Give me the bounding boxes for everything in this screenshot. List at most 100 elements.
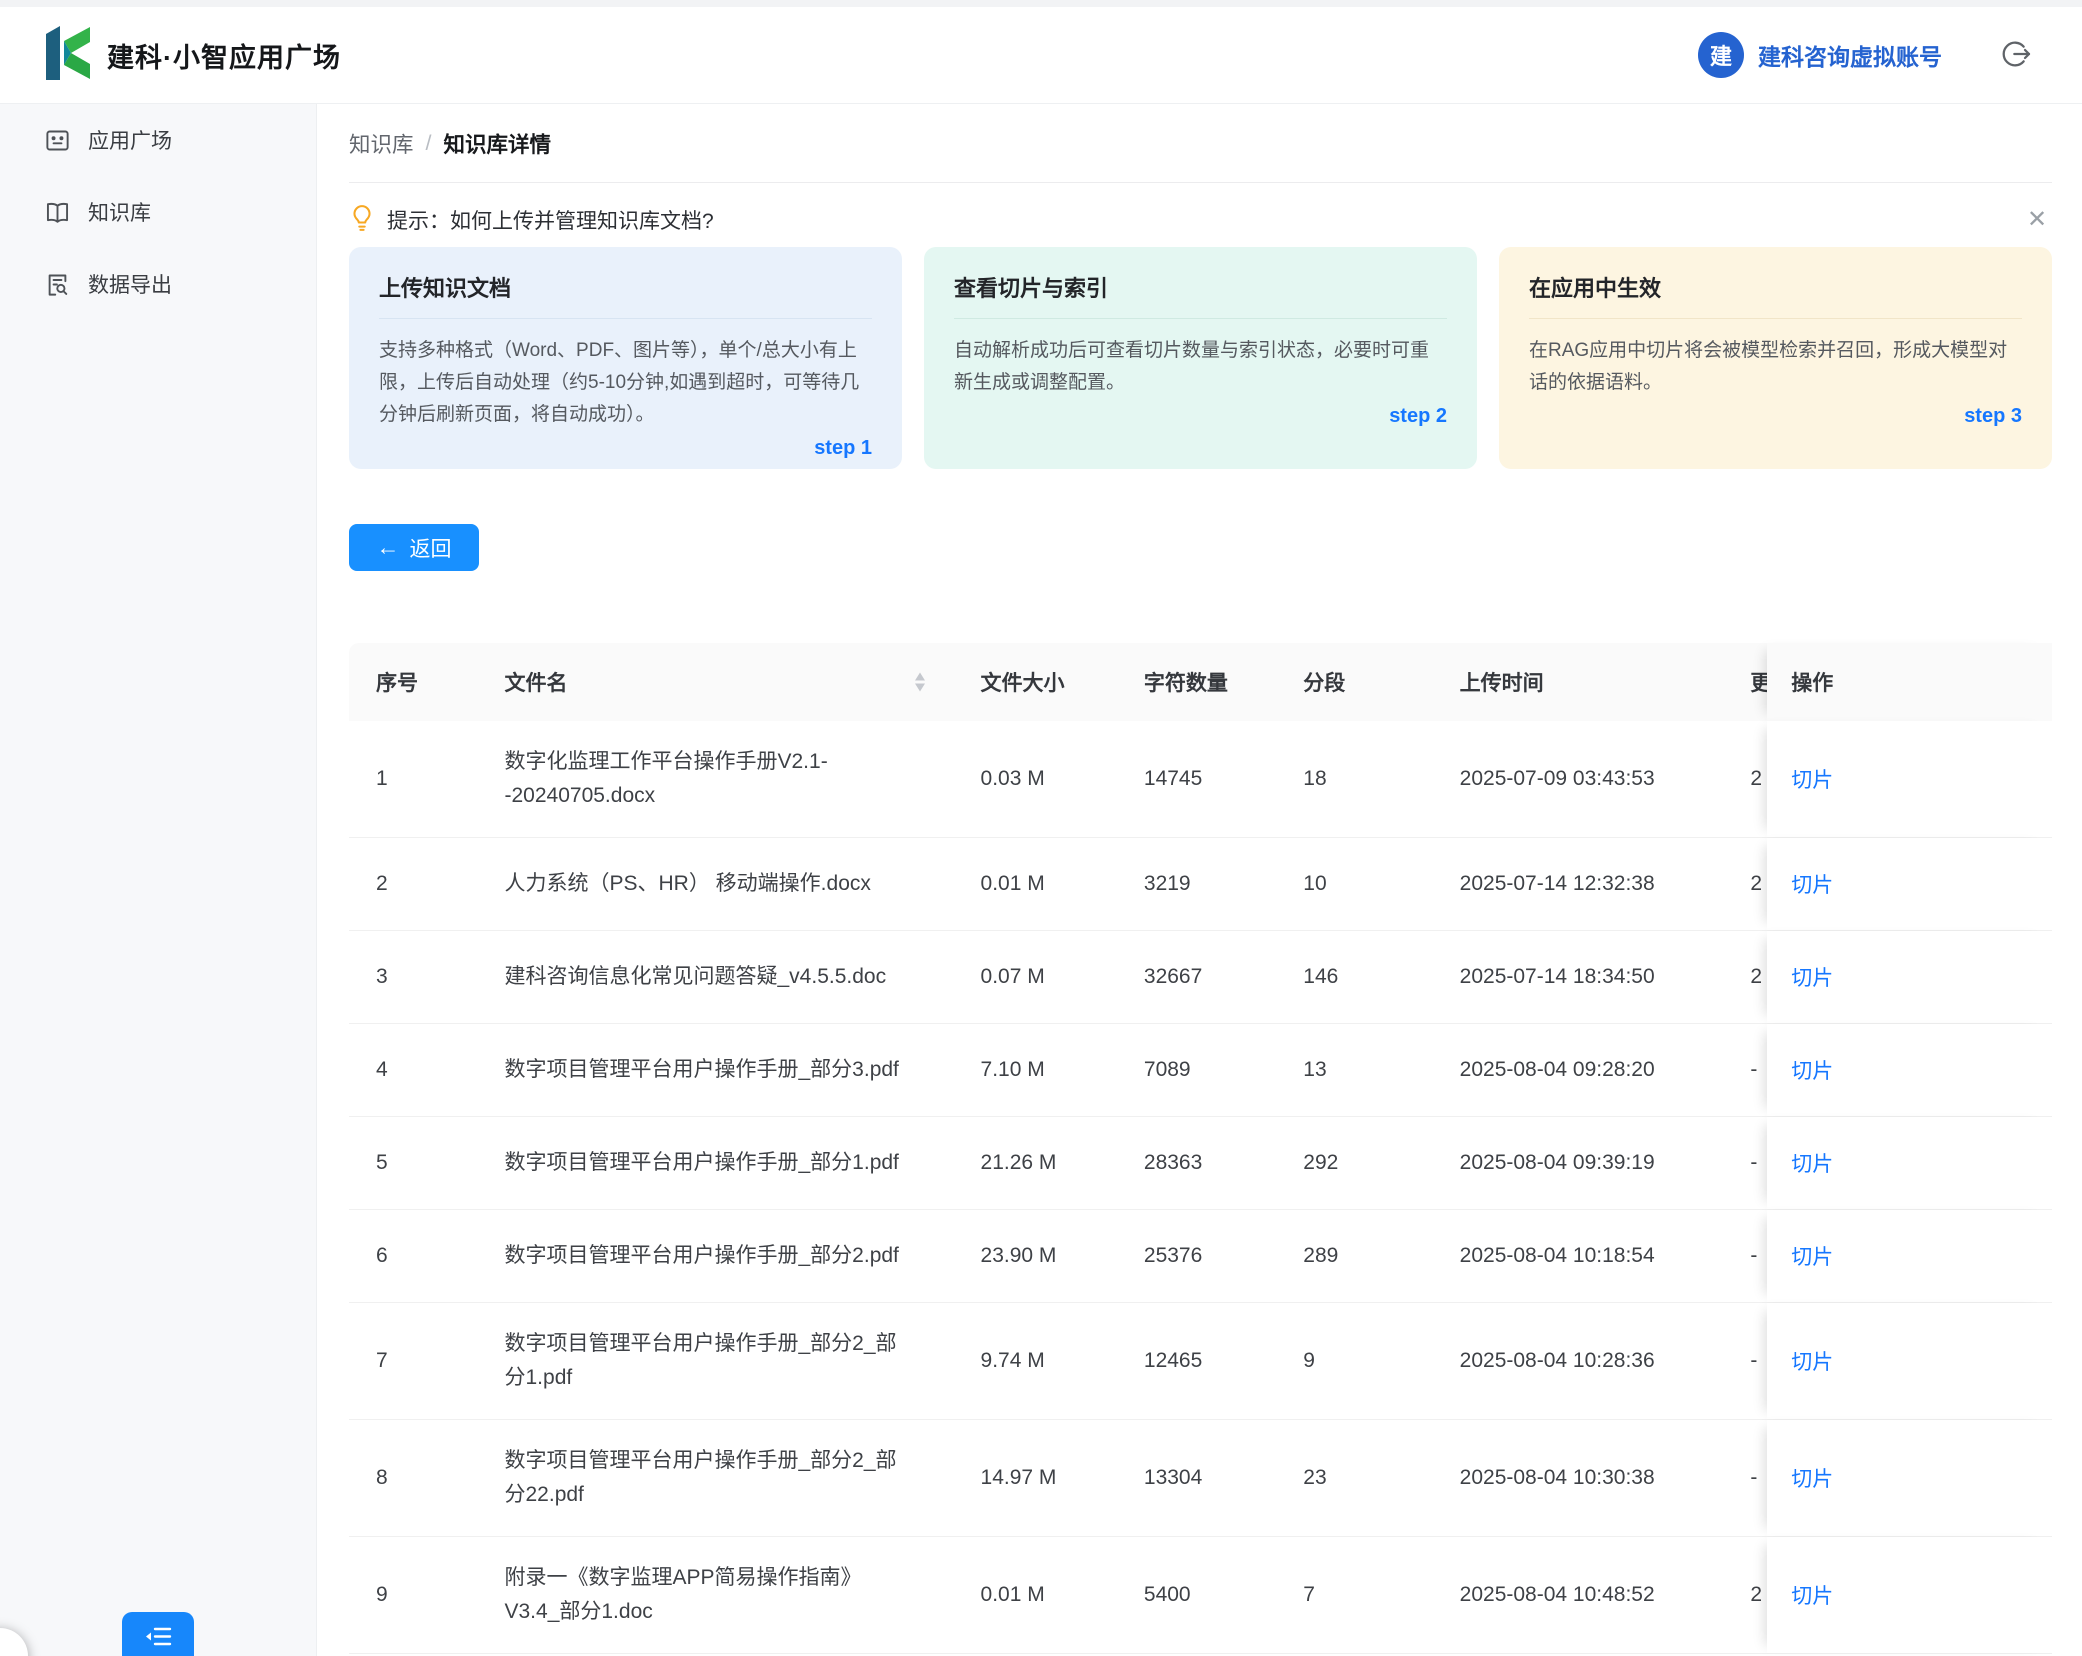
cell-filename: 附录一《数字监理APP简易操作指南》 V3.4_部分1.doc [478,1537,946,1653]
slice-link[interactable]: 切片 [1791,1346,1833,1376]
brand-logo-icon [46,26,92,85]
table-body: 1 数字化监理工作平台操作手册V2.1- -20240705.docx 0.03… [349,721,2052,1654]
step-card-apply: 在应用中生效 在RAG应用中切片将会被模型检索并召回，形成大模型对话的依据语料。… [1499,247,2052,469]
cell-action: 切片 [1767,1420,2052,1536]
cell-uploadtime: 2025-08-04 10:48:52 [1425,1537,1716,1653]
cell-segments: 18 [1268,721,1424,837]
card-body: 在RAG应用中切片将会被模型检索并召回，形成大模型对话的依据语料。 [1529,335,2022,399]
logout-button[interactable] [1998,38,2032,72]
cell-charcount: 5400 [1109,1537,1268,1653]
col-uploadtime: 上传时间 [1425,643,1716,721]
back-arrow-icon: ← [377,536,400,559]
brand: 建科·小智应用广场 [46,26,341,85]
table-row: 6 数字项目管理平台用户操作手册_部分2.pdf 23.90 M 25376 2… [349,1210,2052,1303]
col-filename: 文件名 [478,643,946,721]
tip-text: 提示：如何上传并管理知识库文档? [387,205,714,235]
cell-filename: 数字化监理工作平台操作手册V2.1- -20240705.docx [478,721,946,837]
cell-uploadtime: 2025-08-04 09:28:20 [1425,1024,1716,1116]
slice-link[interactable]: 切片 [1791,1055,1833,1085]
sort-icon[interactable] [914,673,926,692]
sidebar: 应用广场 知识库 [0,104,317,1656]
cell-filename: 数字项目管理平台用户操作手册_部分1.pdf [478,1117,946,1209]
header: 建科·小智应用广场 建 建科咨询虚拟账号 [0,7,2082,104]
tip-close-button[interactable]: ✕ [2022,205,2052,235]
corner-decoration [0,1628,28,1656]
cell-charcount: 13304 [1109,1420,1268,1536]
cell-charcount: 12465 [1109,1303,1268,1419]
back-button[interactable]: ← 返回 [349,524,479,571]
step-card-slices: 查看切片与索引 自动解析成功后可查看切片数量与索引状态，必要时可重新生成或调整配… [924,247,1477,469]
step-label: step 2 [954,405,1447,428]
slice-link[interactable]: 切片 [1791,1463,1833,1493]
table-row: 4 数字项目管理平台用户操作手册_部分3.pdf 7.10 M 7089 13 … [349,1024,2052,1117]
cell-segments: 13 [1268,1024,1424,1116]
cell-filesize: 23.90 M [946,1210,1109,1302]
app-title: 建科·小智应用广场 [107,36,341,75]
cell-action: 切片 [1767,1117,2052,1209]
slice-link[interactable]: 切片 [1791,764,1833,794]
avatar[interactable]: 建 [1698,32,1744,78]
cell-segments: 23 [1268,1420,1424,1536]
table-row: 3 建科咨询信息化常见问题答疑_v4.5.5.doc 0.07 M 32667 … [349,931,2052,1024]
slice-link[interactable]: 切片 [1791,962,1833,992]
cell-clipped: 2 [1715,1537,1767,1653]
breadcrumb-parent[interactable]: 知识库 [349,128,414,159]
cell-action: 切片 [1767,721,2052,837]
slice-link[interactable]: 切片 [1791,1580,1833,1610]
collapse-indent-icon [143,1624,173,1653]
cell-filename: 数字项目管理平台用户操作手册_部分2_部 分1.pdf [478,1303,946,1419]
cell-charcount: 7089 [1109,1024,1268,1116]
cell-filesize: 0.03 M [946,721,1109,837]
slice-link[interactable]: 切片 [1791,1148,1833,1178]
cell-index: 8 [349,1420,478,1536]
cell-clipped: - [1715,1024,1767,1116]
sidebar-item-knowledge-base[interactable]: 知识库 [0,176,316,248]
slice-link[interactable]: 切片 [1791,869,1833,899]
cell-segments: 146 [1268,931,1424,1023]
col-action: 操作 [1767,643,2052,721]
table-row: 2 人力系统（PS、HR） 移动端操作.docx 0.01 M 3219 10 … [349,838,2052,931]
cell-action: 切片 [1767,1303,2052,1419]
sidebar-item-data-export[interactable]: 数据导出 [0,248,316,320]
table-row: 9 附录一《数字监理APP简易操作指南》 V3.4_部分1.doc 0.01 M… [349,1537,2052,1654]
cell-index: 2 [349,838,478,930]
card-title: 在应用中生效 [1529,271,2022,319]
documents-table: 序号 文件名 文件大小 字符数量 分段 上传时间 更 操作 [349,643,2052,1654]
cell-filesize: 21.26 M [946,1117,1109,1209]
step-card-upload: 上传知识文档 支持多种格式（Word、PDF、图片等），单个/总大小有上限，上传… [349,247,902,469]
cell-clipped: - [1715,1210,1767,1302]
cell-clipped: 2 [1715,931,1767,1023]
cell-index: 6 [349,1210,478,1302]
breadcrumb-current: 知识库详情 [444,128,552,159]
book-icon [44,199,71,226]
cell-filesize: 0.01 M [946,838,1109,930]
card-body: 自动解析成功后可查看切片数量与索引状态，必要时可重新生成或调整配置。 [954,335,1447,399]
breadcrumb: 知识库 / 知识库详情 [349,104,2052,182]
cell-filesize: 7.10 M [946,1024,1109,1116]
doc-export-icon [44,271,71,298]
cell-filename: 数字项目管理平台用户操作手册_部分2_部 分22.pdf [478,1420,946,1536]
sidebar-item-app-plaza[interactable]: 应用广场 [0,104,316,176]
sidebar-item-label: 知识库 [88,197,151,227]
account-name[interactable]: 建科咨询虚拟账号 [1758,38,1942,72]
cell-clipped: - [1715,1303,1767,1419]
table-header: 序号 文件名 文件大小 字符数量 分段 上传时间 更 操作 [349,643,2052,721]
logout-icon [1999,38,2031,73]
slice-link[interactable]: 切片 [1791,1241,1833,1271]
cell-index: 7 [349,1303,478,1419]
cell-filesize: 0.07 M [946,931,1109,1023]
sidebar-collapse-button[interactable] [122,1612,194,1656]
cell-filename: 人力系统（PS、HR） 移动端操作.docx [478,838,946,930]
table-row: 1 数字化监理工作平台操作手册V2.1- -20240705.docx 0.03… [349,721,2052,838]
sidebar-item-label: 数据导出 [88,269,172,299]
cell-segments: 292 [1268,1117,1424,1209]
cell-action: 切片 [1767,1210,2052,1302]
cell-filesize: 0.01 M [946,1537,1109,1653]
main-content: 知识库 / 知识库详情 提示：如何上传并管理知识库文档? ✕ [317,104,2082,1656]
cell-index: 1 [349,721,478,837]
card-body: 支持多种格式（Word、PDF、图片等），单个/总大小有上限，上传后自动处理（约… [379,335,872,431]
cell-filesize: 14.97 M [946,1420,1109,1536]
col-filename-label: 文件名 [505,667,568,697]
cell-uploadtime: 2025-07-09 03:43:53 [1425,721,1716,837]
cell-filename: 建科咨询信息化常见问题答疑_v4.5.5.doc [478,931,946,1023]
